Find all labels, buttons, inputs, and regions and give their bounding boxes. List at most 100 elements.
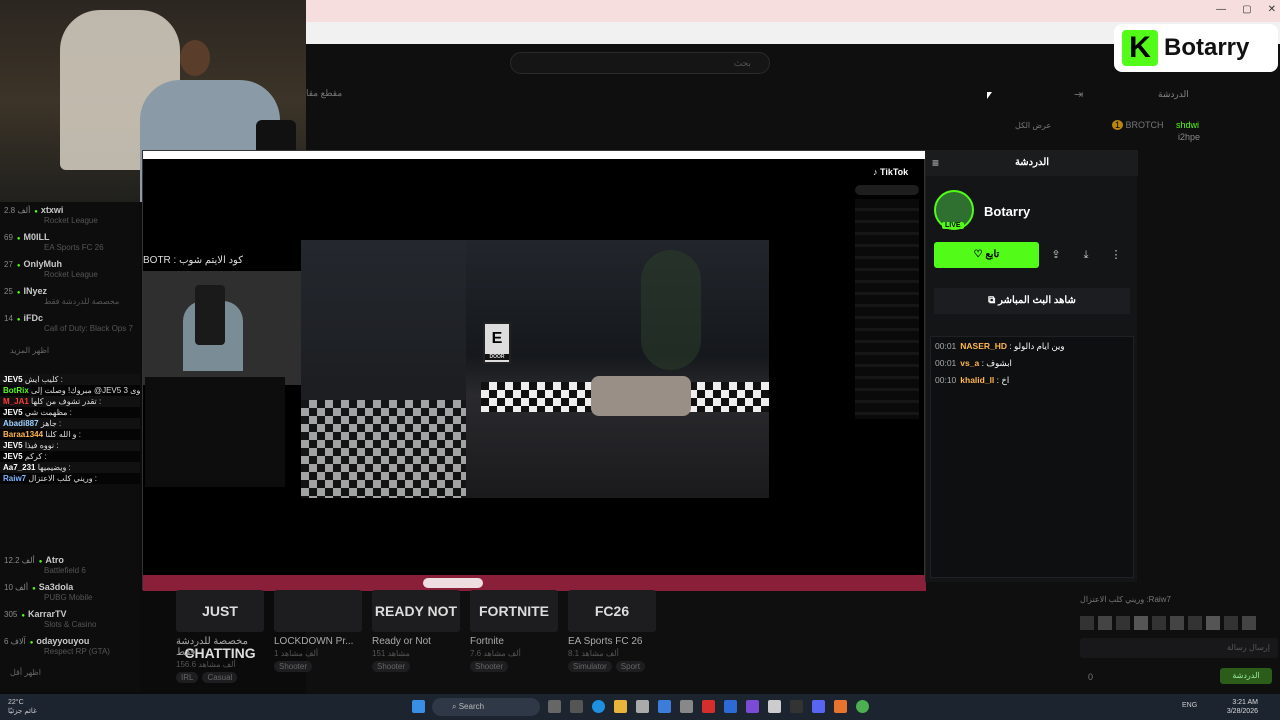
heart-icon: ♡ [973, 249, 986, 260]
download-icon[interactable]: ⤓ [1074, 242, 1098, 268]
shared-taskbar [143, 575, 926, 591]
chat-text: كركم : [22, 452, 47, 461]
mail-icon[interactable] [658, 700, 671, 713]
mouse-cursor [987, 92, 992, 99]
chrome-icon[interactable] [856, 700, 869, 713]
recommended-channels-2: 12.2 ألف ● Atro Battlefield 6 10 ألف ● Sa3dola… [0, 552, 140, 662]
category-tag[interactable]: Casual [202, 672, 238, 683]
category-tag[interactable]: Shooter [372, 661, 411, 672]
start-icon[interactable] [412, 700, 425, 713]
category-card[interactable]: LOCKDOWN Pr... 1 ألف مشاهد Shooter [274, 590, 362, 672]
door-sign: E DOOR [483, 322, 511, 364]
share-icon[interactable]: ⇪ [1044, 242, 1068, 268]
viewer-count: 6 آلاف [4, 637, 26, 646]
channel-name: iFDc [23, 313, 44, 323]
settings-icon[interactable] [680, 700, 693, 713]
search-input[interactable]: بحث [510, 52, 770, 74]
tiktok-search-input[interactable] [855, 185, 919, 195]
show-less-link[interactable]: اظهر أقل [10, 668, 41, 677]
live-dot-icon: ● [16, 317, 21, 323]
follow-button[interactable]: ♡ تابع [934, 242, 1039, 268]
screen-share: ♪ TikTok كود الايتم شوب : BOTR E DOOR [142, 150, 926, 591]
store-icon[interactable] [636, 700, 649, 713]
weather-widget[interactable]: 22°C غائم جزئيًا [8, 698, 37, 716]
clock[interactable]: 3:21 AM 3/28/2026 [1227, 698, 1258, 716]
category-tag[interactable]: Shooter [274, 661, 313, 672]
chat-messages: 00:01 NASER_HD : وين ايام دالولو 00:01 vs_a… [930, 336, 1134, 578]
channel-item[interactable]: 27 ● OnlyMuh Rocket League [4, 258, 136, 279]
channel-category: مخصصة للدردشة فقط [44, 297, 120, 306]
see-all-link[interactable]: عرض الكل [1015, 121, 1051, 130]
channel-line: 69 ● M0ILL [4, 231, 136, 243]
channel-line: 27 ● OnlyMuh [4, 258, 136, 270]
channel-item[interactable]: 25 ● INyez مخصصة للدردشة فقط [4, 285, 136, 306]
nav-label[interactable]: مقطع مقا [306, 88, 342, 99]
more-icon[interactable]: ⋮ [1104, 242, 1128, 268]
overlay-chat-line: JEV5 كركم : [0, 451, 140, 462]
streamer-name[interactable]: Botarry [984, 204, 1030, 219]
task-view-icon[interactable] [548, 700, 561, 713]
chat-username: Raiw7 [3, 474, 27, 483]
language-indicator[interactable]: ENG [1182, 702, 1197, 709]
channel-item[interactable]: 10 ألف ● Sa3dola PUBG Mobile [4, 581, 136, 602]
channel-item[interactable]: 305 ● KarrarTV Slots & Casino [4, 608, 136, 629]
minimize-icon[interactable]: — [1216, 4, 1226, 15]
watch-live-button[interactable]: ⧉ شاهد البث المباشر [934, 288, 1130, 314]
stage-prop-image [591, 376, 691, 416]
overlay-chat: JEV5 كليب ايش : BotRix مبروك! وصلت إلى @J… [0, 374, 140, 484]
app-icon[interactable] [724, 700, 737, 713]
chat-username[interactable]: khalid_ll [960, 375, 994, 385]
file-explorer-icon[interactable] [614, 700, 627, 713]
chat-username[interactable]: NASER_HD [960, 341, 1007, 351]
live-dot-icon: ● [34, 209, 38, 215]
channel-item[interactable]: 14 ● iFDc Call of Duty: Black Ops 7 [4, 312, 136, 333]
category-viewers: 7.6 ألف مشاهد [470, 649, 521, 658]
maximize-icon[interactable]: ▢ [1242, 4, 1251, 15]
overlay-chat-line: Aa7_231 ويضيميها : [0, 462, 140, 473]
channel-name: odayyouyou [36, 636, 90, 646]
category-tag[interactable]: Shooter [470, 661, 509, 672]
channel-item[interactable]: 12.2 ألف ● Atro Battlefield 6 [4, 554, 136, 575]
kick-logo-icon: K [1122, 30, 1158, 66]
close-icon[interactable]: ✕ [1268, 4, 1276, 15]
channel-item[interactable]: 69 ● M0ILL EA Sports FC 26 [4, 231, 136, 252]
overlay-chat-line: Baraa1344 و الله كلنا : [0, 429, 140, 440]
category-card[interactable]: JUST CHATTING مخصصة للدردشة فقط 156.6 ألف … [176, 590, 264, 683]
category-card[interactable]: FC26 EA Sports FC 26 8.1 ألف مشاهد Simulato… [568, 590, 656, 672]
category-tag[interactable]: Sport [615, 661, 645, 672]
send-chat-button[interactable]: الدردشة [1220, 668, 1272, 684]
show-more-link[interactable]: اظهر المزيد [10, 346, 49, 355]
category-tag[interactable]: IRL [176, 672, 199, 683]
viewer-count: 10 ألف [4, 583, 29, 592]
app-icon[interactable] [790, 700, 803, 713]
message-time: 00:01 [935, 341, 957, 351]
viewer-count: 14 [4, 314, 13, 323]
app-icon[interactable] [702, 700, 715, 713]
collapse-chat-icon[interactable]: ⇥ [1074, 88, 1083, 101]
channel-item[interactable]: 6 آلاف ● odayyouyou Respect RP (GTA) [4, 635, 136, 656]
chat-username: JEV5 [3, 375, 23, 384]
collapse-icon[interactable]: ≡ [932, 156, 939, 170]
obs-icon[interactable] [834, 700, 847, 713]
channel-line: 25 ● INyez [4, 285, 136, 297]
app-icon[interactable] [768, 700, 781, 713]
channel-name: Atro [45, 555, 64, 565]
edge-icon[interactable] [592, 700, 605, 713]
category-thumbnail: READY NOT [372, 590, 460, 632]
message-time: 00:10 [935, 375, 957, 385]
taskbar-search[interactable]: ⌕ Search [432, 698, 540, 716]
channel-line: 12.2 ألف ● Atro [4, 554, 136, 566]
channel-category: Respect RP (GTA) [44, 647, 110, 656]
category-card[interactable]: READY NOT Ready or Not 151 مشاهد Shooter [372, 590, 460, 672]
channel-item[interactable]: 2.8 ألف ● xtxwi Rocket League [4, 204, 136, 225]
discord-icon[interactable] [812, 700, 825, 713]
category-title: LOCKDOWN Pr... [274, 636, 354, 647]
chat-username[interactable]: vs_a [960, 358, 979, 368]
widgets-icon[interactable] [570, 700, 583, 713]
category-card[interactable]: FORTNITE Fortnite 7.6 ألف مشاهد Shooter [470, 590, 558, 672]
logo-text: Botarry [1164, 34, 1250, 61]
send-message-input[interactable]: إرسال رسالة [1080, 638, 1278, 658]
app-icon[interactable] [746, 700, 759, 713]
category-tag[interactable]: Simulator [568, 661, 612, 672]
viewer-count: 27 [4, 260, 13, 269]
